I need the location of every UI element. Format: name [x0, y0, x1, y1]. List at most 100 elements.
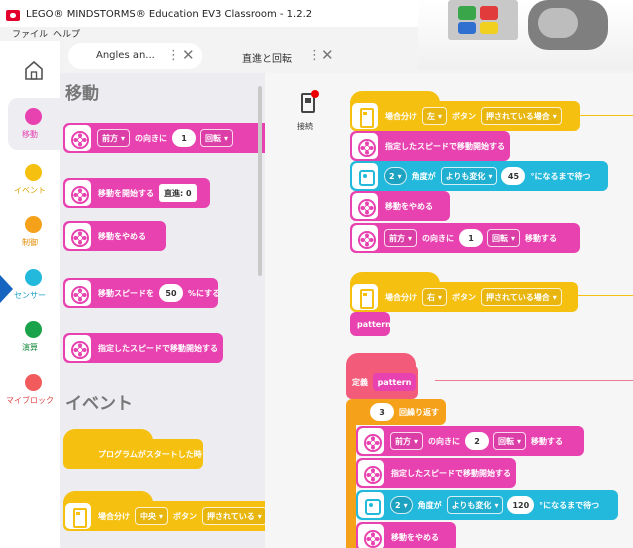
category-event-dot	[25, 164, 42, 181]
category-my-blocks[interactable]: マイブロック	[0, 364, 60, 416]
canvas-block-move-rotations[interactable]: 前方 の向きに 2 回転 移動する	[356, 426, 584, 456]
canvas-block-wait-angle[interactable]: 2 角度が よりも変化 45 °になるまで待つ	[350, 161, 608, 191]
unit-dropdown[interactable]: 回転	[493, 432, 527, 450]
canvas-block-call-pattern[interactable]: pattern	[350, 312, 391, 336]
repeat-count-input[interactable]: 3	[370, 403, 394, 421]
button-dropdown[interactable]: 中央	[135, 507, 169, 525]
block-text: %にする	[188, 288, 221, 298]
category-event[interactable]: イベント	[0, 154, 60, 206]
direction-dropdown[interactable]: 前方	[97, 129, 131, 147]
programming-canvas[interactable]: 接続 場合分け 左 ボタン 押されている場合 指定したスピードで移動開始する 2…	[265, 73, 633, 548]
block-text: 移動する	[531, 436, 564, 446]
block-text: 移動スピードを	[98, 288, 154, 298]
block-text: 移動をやめる	[385, 201, 433, 211]
canvas-block-stop-moving[interactable]: 移動をやめる	[350, 191, 450, 221]
block-text: 回繰り返す	[399, 407, 439, 417]
move-icon	[352, 225, 378, 251]
tab-angles[interactable]: Angles an... ⋮ ✕	[68, 43, 202, 69]
state-dropdown[interactable]: 押されている	[202, 507, 265, 525]
palette-scrollbar[interactable]	[258, 86, 262, 276]
canvas-block-wait-angle[interactable]: 2 角度が よりも変化 120 °になるまで待つ	[356, 490, 618, 520]
gyro-sensor-icon	[358, 492, 384, 518]
canvas-block-start-moving-at-speed[interactable]: 指定したスピードで移動開始する	[356, 458, 516, 488]
canvas-block-stop-moving[interactable]: 移動をやめる	[356, 522, 456, 548]
direction-dropdown[interactable]: 前方	[384, 229, 418, 247]
rotations-input[interactable]: 1	[459, 229, 484, 247]
canvas-block-move-rotations[interactable]: 前方 の向きに 1 回転 移動する	[350, 223, 580, 253]
palette-heading-event: イベント	[65, 394, 133, 414]
brick-button-icon	[65, 503, 91, 529]
unit-dropdown[interactable]: 回転	[487, 229, 521, 247]
definition-name[interactable]: pattern	[373, 373, 416, 391]
direction-dropdown[interactable]: 前方	[390, 432, 424, 450]
stack-line	[575, 115, 633, 116]
palette-block-set-speed[interactable]: 移動スピードを 50 %にする	[63, 278, 221, 308]
move-icon	[65, 335, 91, 361]
category-move-dot	[25, 108, 42, 125]
block-text: ボタン	[173, 511, 198, 521]
canvas-block-start-moving-at-speed[interactable]: 指定したスピードで移動開始する	[350, 131, 510, 161]
more-options-icon[interactable]: ⋮	[167, 48, 180, 63]
comparison-dropdown[interactable]: よりも変化	[446, 496, 504, 514]
close-icon[interactable]: ✕	[182, 46, 195, 64]
category-label: マイブロック	[6, 396, 54, 405]
connect-label: 接続	[297, 122, 313, 131]
block-text: の向きに	[428, 436, 461, 446]
repeat-c-bar	[346, 425, 356, 548]
block-text: の向きに	[422, 233, 455, 243]
block-text: 指定したスピードで移動開始する	[98, 343, 218, 353]
state-dropdown[interactable]: 押されている場合	[481, 288, 562, 306]
menu-file[interactable]: ファイル	[12, 27, 48, 40]
palette-block-when-button-pressed[interactable]: 場合分け 中央 ボタン 押されている	[63, 501, 265, 531]
state-dropdown[interactable]: 押されている場合	[481, 107, 562, 125]
menu-bar: ファイル ヘルプ	[0, 27, 400, 41]
palette-block-start-moving[interactable]: 移動を開始する 直進: 0	[63, 178, 210, 208]
move-icon	[358, 524, 384, 548]
angle-input[interactable]: 45	[501, 167, 526, 185]
close-icon[interactable]: ✕	[321, 46, 334, 64]
gyro-sensor-icon	[352, 163, 378, 189]
menu-help[interactable]: ヘルプ	[53, 27, 80, 40]
category-move[interactable]: 移動	[8, 98, 60, 150]
block-text: 角度が	[411, 171, 436, 181]
speed-input[interactable]: 50	[159, 284, 183, 302]
port-dropdown[interactable]: 2	[390, 496, 413, 514]
tab-bar: Angles an... ⋮ ✕ 直進と回転 ⋮ ✕	[60, 41, 633, 73]
port-dropdown[interactable]: 2	[384, 167, 407, 185]
category-operator-dot	[25, 321, 42, 338]
steering-input[interactable]: 直進: 0	[159, 184, 197, 202]
palette-block-start-moving-at-speed[interactable]: 指定したスピードで移動開始する	[63, 333, 223, 363]
canvas-block-define-pattern[interactable]: 定義 pattern	[346, 365, 418, 399]
play-icon	[65, 441, 91, 467]
move-icon	[65, 280, 91, 306]
block-text: °になるまで待つ	[539, 500, 600, 510]
category-operator[interactable]: 演算	[0, 311, 60, 363]
rotations-input[interactable]: 2	[465, 432, 490, 450]
canvas-hat-left-button[interactable]: 場合分け 左 ボタン 押されている場合	[350, 101, 580, 131]
tab-label: Angles an...	[96, 50, 155, 61]
category-label: 移動	[22, 130, 38, 139]
move-icon	[358, 428, 384, 454]
home-icon[interactable]	[23, 59, 45, 81]
button-dropdown[interactable]: 右	[422, 288, 448, 306]
move-icon	[65, 223, 91, 249]
comparison-dropdown[interactable]: よりも変化	[440, 167, 498, 185]
unit-dropdown[interactable]: 回転	[200, 129, 234, 147]
rotations-input[interactable]: 1	[172, 129, 197, 147]
tab-straight-turn[interactable]: 直進と回転 ⋮ ✕	[230, 43, 350, 69]
palette-block-move-rotations[interactable]: 前方 の向きに 1 回転	[63, 123, 265, 153]
tab-label: 直進と回転	[242, 54, 292, 65]
canvas-hat-right-button[interactable]: 場合分け 右 ボタン 押されている場合	[350, 282, 578, 312]
block-text: の向きに	[135, 133, 168, 143]
canvas-block-repeat[interactable]: 3 回繰り返す	[346, 399, 446, 425]
category-control[interactable]: 制御	[0, 206, 60, 258]
category-my-blocks-dot	[25, 374, 42, 391]
category-pointer-icon	[0, 275, 13, 303]
angle-input[interactable]: 120	[507, 496, 535, 514]
palette-block-when-program-starts[interactable]: プログラムがスタートした時	[63, 439, 203, 469]
more-options-icon[interactable]: ⋮	[308, 48, 321, 63]
button-dropdown[interactable]: 左	[422, 107, 448, 125]
palette-heading-move: 移動	[65, 84, 99, 104]
category-label: イベント	[14, 186, 46, 195]
palette-block-stop-moving[interactable]: 移動をやめる	[63, 221, 166, 251]
